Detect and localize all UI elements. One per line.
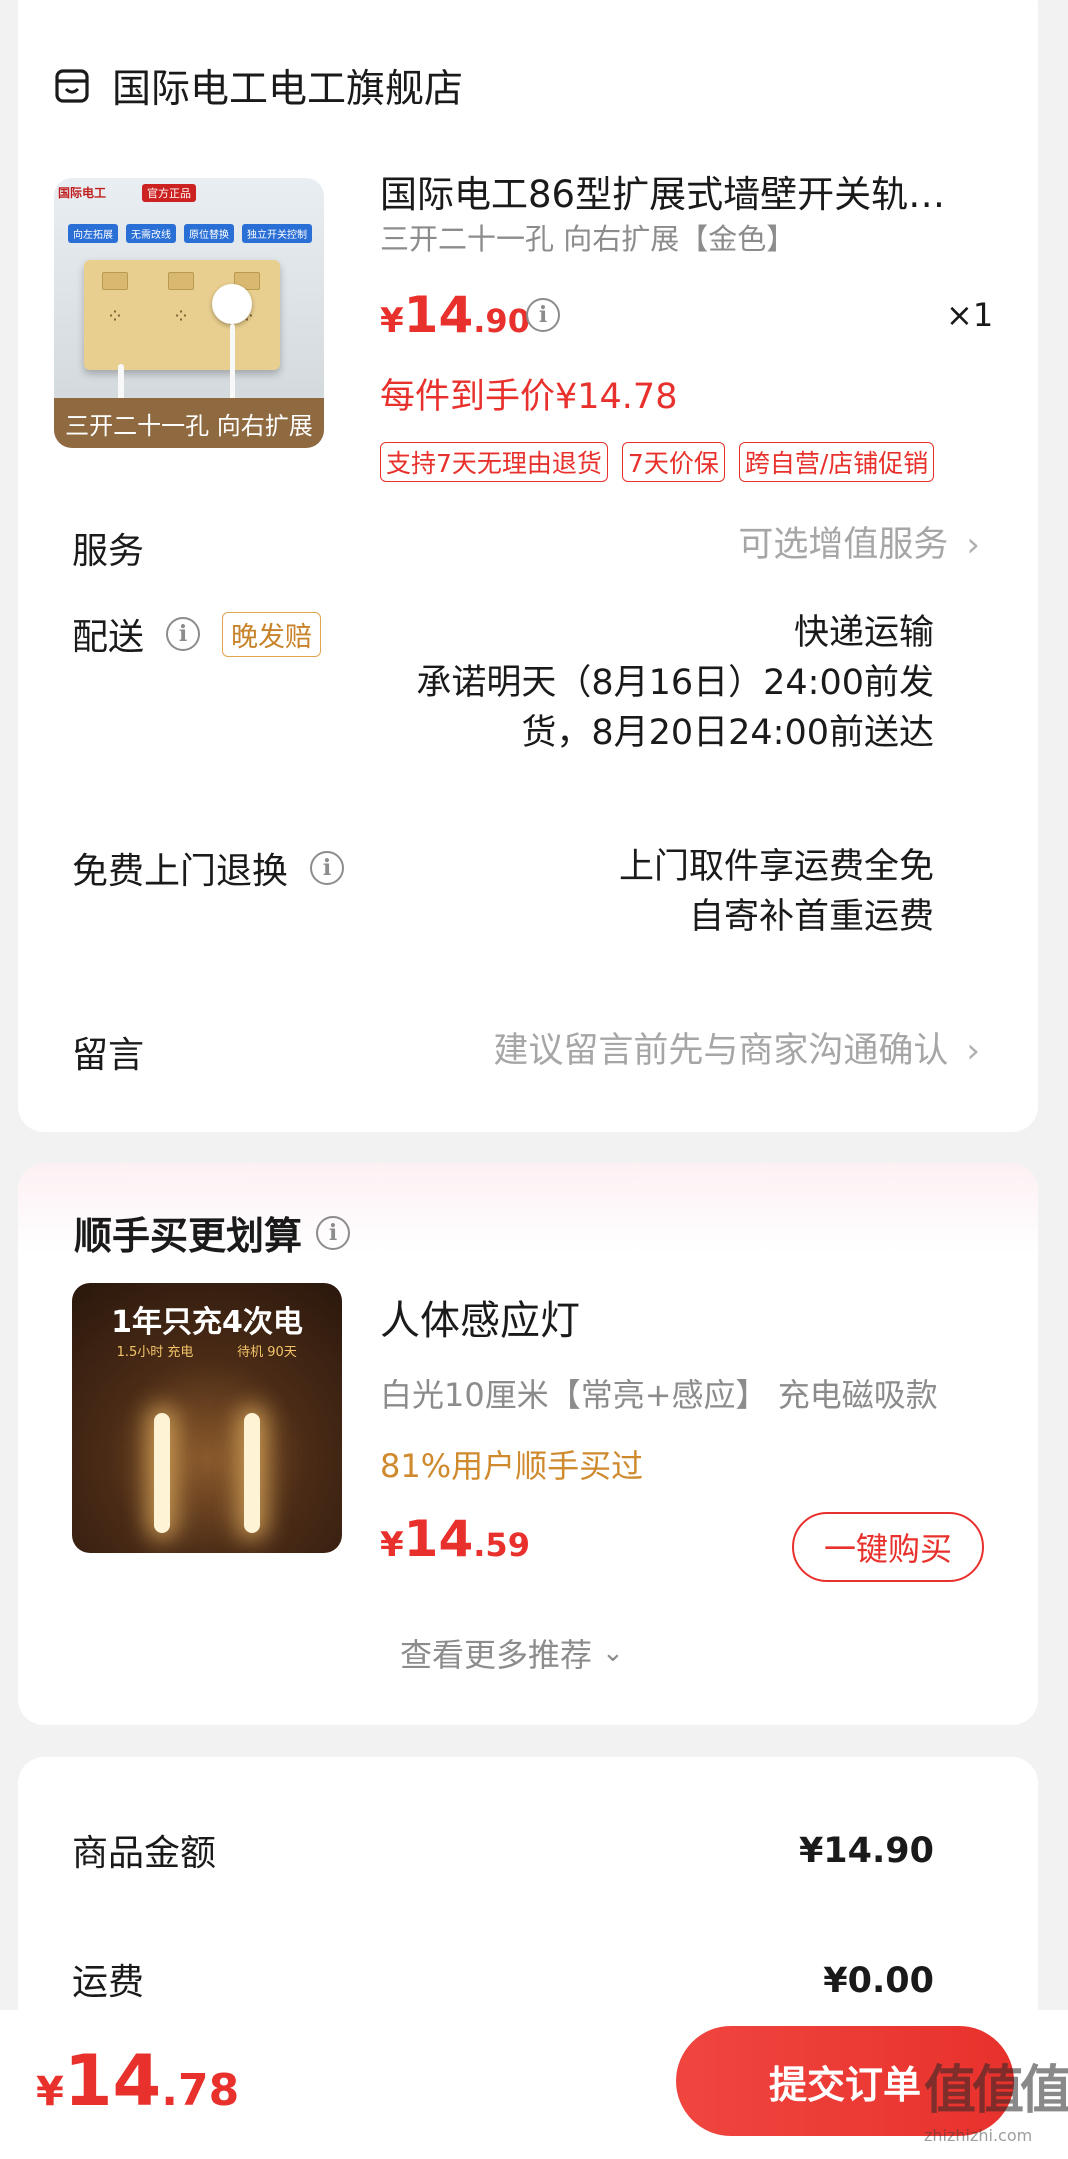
recommend-info-icon[interactable]: i: [316, 1215, 351, 1250]
switch-graphic: [168, 272, 194, 290]
watermark-logo: 值值值: [924, 2061, 1068, 2121]
lamp-bar-graphic: [154, 1413, 170, 1533]
service-selector[interactable]: 可选增值服务 ›: [738, 520, 980, 570]
store-header[interactable]: 国际电工电工旗舰店: [54, 60, 463, 112]
late-compensation-badge: 晚发赔: [222, 611, 322, 657]
product-image-banner: 三开二十一孔 向右扩展: [54, 398, 324, 448]
recommend-product-title[interactable]: 人体感应灯: [380, 1288, 580, 1346]
price-symbol: ¥: [380, 301, 404, 341]
returns-label-group: 免费上门退换 i: [72, 842, 345, 894]
tag-return-policy: 支持7天无理由退货: [380, 442, 608, 482]
socket-panel-graphic: ⁘ ⁘ ⁘: [84, 260, 280, 370]
chevron-right-icon: ›: [966, 1031, 980, 1071]
product-image-pill: 独立开关控制: [242, 224, 312, 243]
tag-promotion: 跨自营/店铺促销: [738, 442, 935, 482]
store-icon: [55, 69, 89, 103]
delivery-promise-line2: 货，8月20日24:00前送达: [521, 713, 934, 753]
product-tags: 支持7天无理由退货 7天价保 跨自营/店铺促销: [380, 442, 935, 482]
price-symbol: ¥: [380, 1525, 404, 1565]
delivery-method: 快递运输: [793, 613, 934, 653]
price-info-icon[interactable]: i: [526, 298, 560, 332]
service-value: 可选增值服务: [738, 525, 949, 565]
shipping-label: 运费: [72, 1962, 145, 2003]
recommend-title-text: 顺手买更划算: [74, 1214, 303, 1258]
product-spec[interactable]: 三开二十一孔 向右扩展【金色】: [380, 216, 795, 258]
tag-price-protect: 7天价保: [621, 442, 725, 482]
product-price: ¥ 14 .90: [380, 286, 530, 344]
per-item-price: 每件到手价¥14.78: [380, 377, 678, 417]
chevron-right-icon: ›: [966, 525, 980, 565]
total-symbol: ¥: [36, 2069, 64, 2115]
switch-graphic: [102, 272, 128, 290]
price-decimal: .90: [473, 302, 530, 340]
socket-graphic: ⁘: [106, 304, 124, 328]
product-image-tag: 官方正品: [142, 184, 196, 202]
message-placeholder: 建议留言前先与商家沟通确认: [493, 1031, 949, 1071]
delivery-promise-line1: 承诺明天（8月16日）24:00前发: [416, 663, 934, 703]
returns-line2: 自寄补首重运费: [688, 897, 934, 937]
product-image[interactable]: 国际电工 官方正品 向左拓展 无需改线 原位替换 独立开关控制 ⁘ ⁘ ⁘ 三开…: [54, 178, 324, 448]
product-image-pill: 原位替换: [184, 224, 234, 243]
product-image-pill: 无需改线: [126, 224, 176, 243]
price-decimal: .59: [473, 1526, 530, 1564]
lamp-image-sub-left: 1.5小时 充电: [116, 1345, 194, 1360]
one-click-buy-button[interactable]: 一键购买: [792, 1512, 984, 1582]
more-recommend-link[interactable]: 查看更多推荐 ⌄: [400, 1630, 624, 1676]
lamp-image-headline: 1年只充4次电: [111, 1305, 303, 1340]
store-name: 国际电工电工旗舰店: [112, 67, 464, 112]
chevron-down-icon: ⌄: [602, 1638, 624, 1668]
lamp-image-sub-right: 待机 90天: [237, 1345, 297, 1360]
delivery-label: 配送: [72, 617, 145, 658]
goods-amount-value: ¥14.90: [798, 1831, 934, 1871]
lamp-bar-graphic: [244, 1413, 260, 1533]
recommend-section-title: 顺手买更划算 i: [74, 1205, 351, 1260]
recommend-price: ¥ 14 .59: [380, 1510, 530, 1568]
delivery-info: 快递运输 承诺明天（8月16日）24:00前发 货，8月20日24:00前送达: [416, 608, 934, 758]
price-integer: 14: [403, 286, 474, 344]
recommend-product-spec[interactable]: 白光10厘米【常亮+感应】 充电磁吸款: [380, 1370, 1000, 1416]
product-image-pills: 向左拓展 无需改线 原位替换 独立开关控制: [68, 224, 312, 243]
message-label: 留言: [72, 1035, 145, 1076]
total-decimal: .78: [161, 2065, 240, 2116]
returns-info: 上门取件享运费全免 自寄补首重运费: [619, 842, 934, 942]
returns-info-icon[interactable]: i: [310, 851, 345, 885]
knob-graphic: [212, 284, 252, 324]
more-recommend-label: 查看更多推荐: [400, 1636, 593, 1674]
socket-graphic: ⁘: [172, 304, 190, 328]
total-price: ¥ 14 .78: [36, 2040, 239, 2122]
service-label: 服务: [72, 531, 145, 572]
cable-graphic: [230, 324, 235, 404]
product-image-pill: 向左拓展: [68, 224, 118, 243]
shipping-value: ¥0.00: [823, 1961, 934, 2001]
product-title[interactable]: 国际电工86型扩展式墙壁开关轨道插座: [380, 164, 980, 218]
quantity: ×1: [946, 296, 994, 334]
delivery-label-group: 配送 i 晚发赔: [72, 608, 322, 660]
message-input[interactable]: 建议留言前先与商家沟通确认 ›: [493, 1026, 980, 1076]
watermark-site: zhizhizhi.com: [924, 2126, 1033, 2145]
recommend-product-image[interactable]: 1年只充4次电 1.5小时 充电 待机 90天: [72, 1283, 342, 1553]
price-integer: 14: [403, 1510, 474, 1568]
total-integer: 14: [63, 2040, 162, 2122]
returns-label: 免费上门退换: [72, 851, 289, 892]
recommend-buyers-rate: 81%用户顺手买过: [380, 1447, 644, 1485]
returns-line1: 上门取件享运费全免: [618, 847, 934, 887]
goods-amount-label: 商品金额: [72, 1833, 217, 1874]
product-image-brand: 国际电工: [58, 186, 107, 200]
delivery-info-icon[interactable]: i: [166, 617, 201, 651]
